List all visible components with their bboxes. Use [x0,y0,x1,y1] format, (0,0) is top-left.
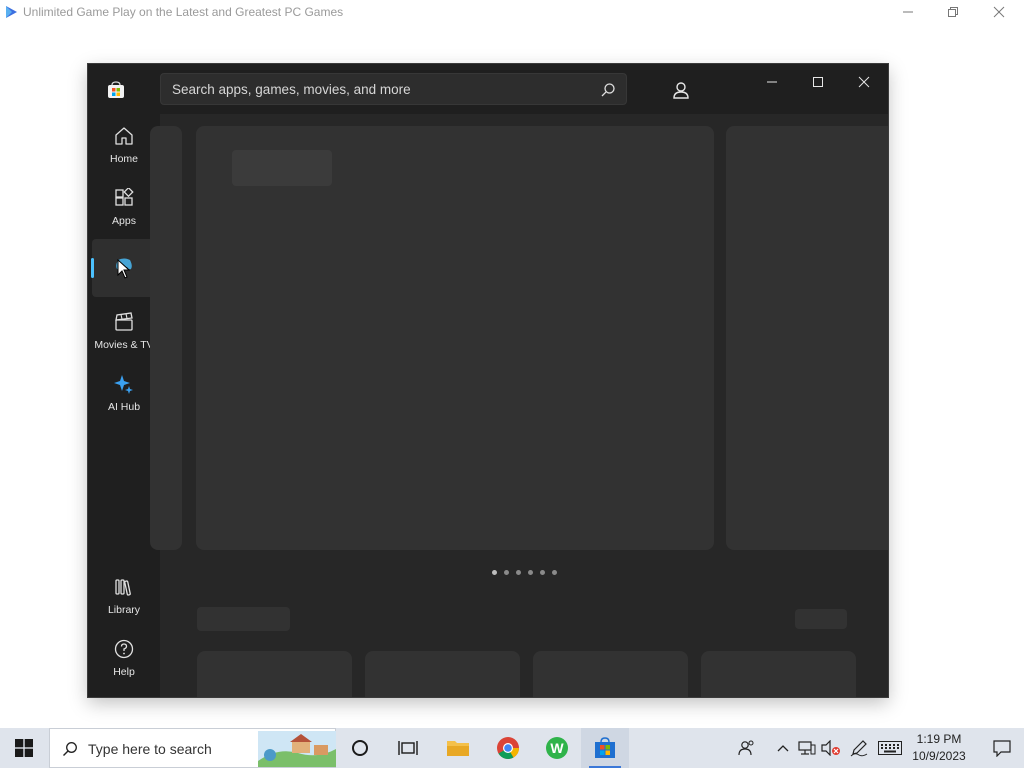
carousel-dot[interactable] [516,570,521,575]
nav-help[interactable]: Help [92,629,156,687]
windows-icon [15,739,33,757]
tile-placeholder[interactable] [197,651,352,697]
pen-workspace-button[interactable] [848,728,870,768]
tile-placeholder[interactable] [365,651,520,697]
svg-text:W: W [550,740,564,756]
nav-ai-hub[interactable]: AI Hub [92,364,156,422]
nav-ai-hub-label: AI Hub [107,401,141,413]
carousel-dots [492,570,557,575]
outer-window-title: Unlimited Game Play on the Latest and Gr… [23,5,344,19]
clapperboard-icon [115,312,133,331]
play-triangle-icon [6,6,17,18]
nav-apps[interactable]: Apps [92,178,156,236]
volume-button[interactable] [820,728,842,768]
search-icon [63,742,77,756]
hero-title-placeholder [232,150,332,186]
nav-apps-label: Apps [112,215,136,227]
apps-icon [115,188,134,206]
store-window: Search apps, games, movies, and more Hom… [88,64,888,697]
carousel-dot[interactable] [504,570,509,575]
nav-home-label: Home [109,153,138,165]
taskbar-search-box[interactable]: Type here to search [49,728,336,768]
clock-date: 10/9/2023 [912,749,966,763]
cortana-button[interactable] [336,728,384,768]
nav-gaming[interactable] [91,239,156,297]
store-title-bar: Search apps, games, movies, and more [88,64,888,114]
search-icon[interactable] [600,82,616,98]
wps-button[interactable]: W [533,728,581,768]
outer-close-button[interactable] [976,0,1022,24]
keyboard-icon [878,741,902,755]
people-icon [738,740,754,756]
active-indicator [91,258,94,278]
show-hidden-icons-button[interactable] [774,728,792,768]
store-minimize-button[interactable] [749,68,795,96]
outer-minimize-button[interactable] [885,0,931,24]
taskbar-clock[interactable]: 1:19 PM 10/9/2023 [904,731,974,765]
store-close-button[interactable] [841,68,887,96]
task-view-button[interactable] [384,728,432,768]
person-icon[interactable] [667,77,695,105]
home-icon [115,127,133,145]
nav-library[interactable]: Library [92,567,156,625]
outer-title-bar: Unlimited Game Play on the Latest and Gr… [0,0,1024,24]
sparkle-icon [114,375,133,394]
wps-icon: W [546,737,568,759]
nav-home[interactable]: Home [92,116,156,174]
outer-restore-button[interactable] [930,0,976,24]
chevron-up-icon [777,745,789,752]
taskbar-search-placeholder: Type here to search [88,741,212,757]
carousel-hero-card[interactable] [196,126,714,550]
close-icon [858,76,870,88]
tile-placeholder[interactable] [533,651,688,697]
chrome-icon [497,737,519,759]
search-highlight-illustration [258,731,336,767]
clock-time: 1:19 PM [916,732,962,746]
minimize-icon [767,81,777,83]
section-title-placeholder [197,607,290,631]
nav-movies-tv-label: Movies & TV [94,339,154,351]
notification-icon [993,740,1011,757]
cortana-icon [352,740,368,756]
maximize-icon [813,77,823,87]
store-maximize-button[interactable] [795,68,841,96]
store-search-box[interactable]: Search apps, games, movies, and more [160,73,627,105]
help-icon [114,639,134,659]
store-content [150,114,888,697]
carousel-dot[interactable] [492,570,497,575]
network-icon [798,741,816,755]
people-button[interactable] [736,728,758,768]
library-icon [115,579,131,596]
file-explorer-button[interactable] [434,728,482,768]
network-button[interactable] [796,728,818,768]
restore-icon [948,7,958,17]
carousel-dot[interactable] [552,570,557,575]
ms-store-button[interactable] [581,728,629,768]
store-search-placeholder: Search apps, games, movies, and more [172,82,411,97]
nav-help-label: Help [113,666,135,678]
carousel-next-card[interactable] [726,126,888,550]
minimize-icon [903,11,913,13]
store-bag-icon [108,81,124,98]
nav-movies-tv[interactable]: Movies & TV [92,302,156,360]
start-button[interactable] [0,728,48,768]
task-view-icon [398,741,418,755]
carousel-prev-card[interactable] [150,126,182,550]
close-icon [993,6,1005,18]
ms-store-icon [595,737,615,758]
touch-keyboard-button[interactable] [876,728,904,768]
volume-muted-icon [821,740,840,756]
carousel-dot[interactable] [540,570,545,575]
carousel-dot[interactable] [528,570,533,575]
mouse-cursor-icon [117,259,131,279]
pen-icon [850,740,868,757]
action-center-button[interactable] [980,728,1024,768]
file-explorer-icon [447,741,469,756]
chrome-button[interactable] [484,728,532,768]
nav-library-label: Library [107,604,141,616]
tile-placeholder[interactable] [701,651,856,697]
taskbar: Type here to search W 1:19 PM 10/9/2023 [0,728,1024,768]
see-all-placeholder [795,609,847,629]
